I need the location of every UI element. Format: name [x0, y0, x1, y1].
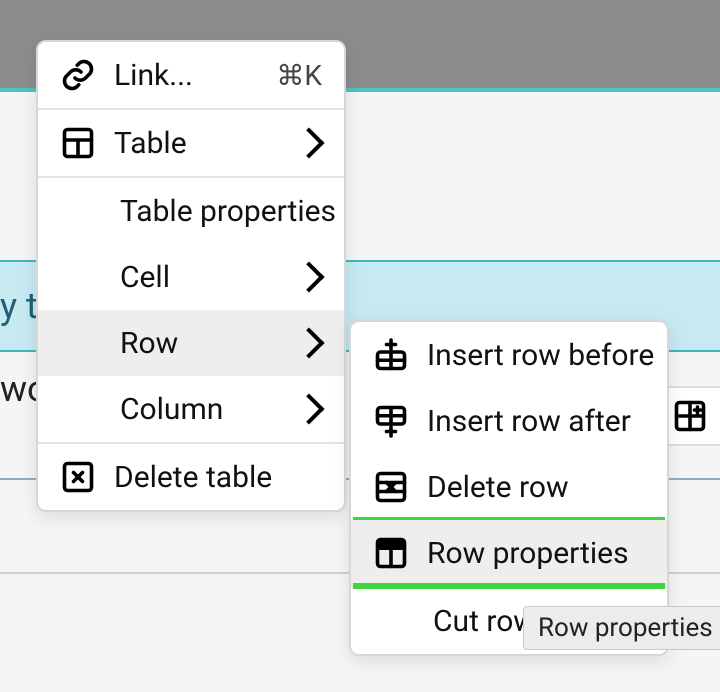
delete-table-icon [60, 459, 96, 495]
menu-item-label: Delete row [427, 470, 645, 505]
menu-item-insert-row-after[interactable]: Insert row after [351, 388, 667, 454]
insert-row-before-icon [373, 337, 409, 373]
chevron-right-icon [293, 261, 324, 292]
menu-item-label: Row properties [427, 536, 645, 571]
row-properties-icon [373, 535, 409, 571]
menu-item-link[interactable]: Link... ⌘K [38, 42, 344, 108]
link-icon [60, 57, 96, 93]
menu-item-label: Cell [120, 260, 280, 295]
menu-item-row-properties[interactable]: Row properties [351, 520, 667, 586]
menu-item-label: Table properties [120, 194, 322, 229]
menu-item-label: Insert row before [427, 338, 645, 373]
menu-item-shortcut: ⌘K [276, 59, 322, 92]
menu-item-delete-row[interactable]: Delete row [351, 454, 667, 520]
tooltip: Row properties [523, 606, 720, 650]
menu-item-table[interactable]: Table [38, 110, 344, 176]
insert-row-after-icon [373, 403, 409, 439]
insert-column-icon [672, 398, 708, 434]
menu-item-label: Table [114, 126, 280, 161]
menu-item-label: Column [120, 392, 280, 427]
menu-item-label: Row [120, 326, 280, 361]
menu-item-label: Insert row after [427, 404, 645, 439]
menu-item-insert-row-before[interactable]: Insert row before [351, 322, 667, 388]
menu-item-delete-table[interactable]: Delete table [38, 444, 344, 510]
menu-item-highlight-wrap: Row properties [351, 520, 667, 586]
menu-item-table-properties[interactable]: Table properties [38, 178, 344, 244]
chevron-right-icon [293, 327, 324, 358]
menu-item-label: Link... [114, 58, 258, 93]
menu-item-cell[interactable]: Cell [38, 244, 344, 310]
menu-item-row[interactable]: Row [38, 310, 344, 376]
menu-item-label: Delete table [114, 460, 322, 495]
context-menu: Link... ⌘K Table Table properties Cell R… [36, 40, 346, 512]
menu-item-column[interactable]: Column [38, 376, 344, 442]
delete-row-icon [373, 469, 409, 505]
table-icon [60, 125, 96, 161]
chevron-right-icon [293, 393, 324, 424]
chevron-right-icon [293, 127, 324, 158]
